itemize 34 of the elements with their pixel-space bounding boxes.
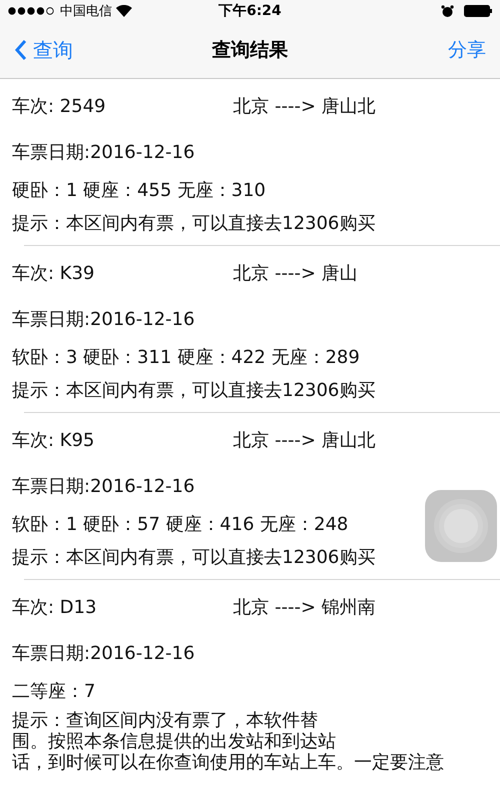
seat-availability: 二等座：7 <box>12 680 96 704</box>
train-number: 车次: 2549 <box>12 95 107 119</box>
seat-availability: 软卧：1 硬卧：57 硬座：416 无座：248 <box>12 513 348 537</box>
signal-icon <box>8 7 56 15</box>
circle-icon <box>433 498 489 554</box>
tip-text: 提示：查询区间内没有票了，本软件替 <box>12 710 318 731</box>
alarm-icon <box>441 4 454 18</box>
seat-availability: 软卧：3 硬卧：311 硬座：422 无座：289 <box>12 346 360 370</box>
route-text: 北京 ----> 唐山北 <box>233 429 376 453</box>
tip-text: 提示：本区间内有票，可以直接去12306购买 <box>12 546 376 570</box>
battery-icon <box>464 5 492 17</box>
tip-text: 提示：本区间内有票，可以直接去12306购买 <box>12 212 376 236</box>
train-number: 车次: K95 <box>12 429 96 453</box>
page-title: 查询结果 <box>212 38 288 63</box>
ticket-date: 车票日期:2016-12-16 <box>12 642 195 666</box>
back-button[interactable]: 查询 <box>14 36 73 64</box>
route-text: 北京 ----> 唐山北 <box>233 95 376 119</box>
clock-time: 下午6:24 <box>218 2 282 20</box>
wifi-icon <box>116 5 132 17</box>
carrier-name: 中国电信 <box>60 3 112 20</box>
route-text: 北京 ----> 锦州南 <box>233 596 376 620</box>
seat-availability: 硬卧：1 硬座：455 无座：310 <box>12 179 266 203</box>
ticket-date: 车票日期:2016-12-16 <box>12 475 195 499</box>
chevron-left-icon <box>14 39 27 61</box>
ticket-date: 车票日期:2016-12-16 <box>12 141 195 165</box>
route-text: 北京 ----> 唐山 <box>233 262 358 286</box>
train-number: 车次: D13 <box>12 596 98 620</box>
tip-text: 话，到时候可以在你查询使用的车站上车。一定要注意 <box>12 752 444 773</box>
tip-text: 围。按照本条信息提供的出发站和到达站 <box>12 731 336 752</box>
assistive-touch-button[interactable] <box>425 490 497 562</box>
tip-text: 提示：本区间内有票，可以直接去12306购买 <box>12 379 376 403</box>
ticket-date: 车票日期:2016-12-16 <box>12 308 195 332</box>
train-number: 车次: K39 <box>12 262 96 286</box>
share-button[interactable]: 分享 <box>448 37 486 63</box>
